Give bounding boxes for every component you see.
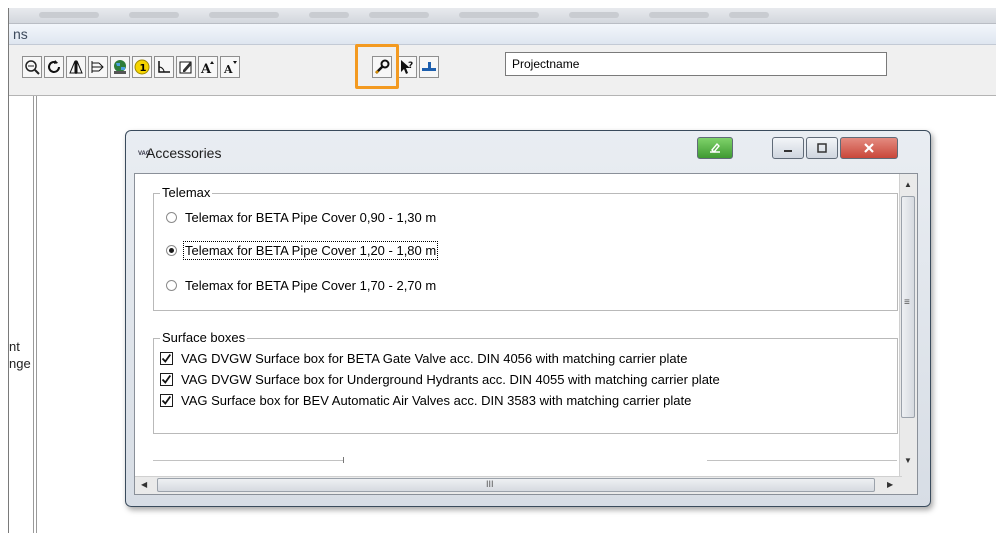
minimize-button[interactable] <box>772 137 804 159</box>
check-icon <box>161 353 172 363</box>
telemax-option-3[interactable]: Telemax for BETA Pipe Cover 1,70 - 2,70 … <box>166 278 436 293</box>
help-pointer-button[interactable]: ? <box>397 56 417 78</box>
telemax-option-1[interactable]: Telemax for BETA Pipe Cover 0,90 - 1,30 … <box>166 210 436 225</box>
font-smaller-icon: A <box>223 61 237 75</box>
mirror-icon <box>69 60 83 74</box>
panel-divider[interactable] <box>36 96 37 533</box>
left-panel: nt nge <box>9 96 34 533</box>
accessories-highlight-box <box>355 44 399 89</box>
rotate-icon <box>48 60 60 73</box>
svg-text:?: ? <box>408 61 413 71</box>
checkbox[interactable] <box>160 352 173 365</box>
side-label-2: nge <box>9 356 31 371</box>
maximize-icon <box>817 143 827 153</box>
item-label: VAG DVGW Surface box for Underground Hyd… <box>181 372 720 387</box>
horizontal-scrollbar[interactable]: ◀ III ▶ <box>135 476 902 494</box>
menu-bar: ns <box>9 24 996 45</box>
flow-button[interactable] <box>88 56 108 78</box>
scroll-down-icon[interactable]: ▼ <box>904 456 912 465</box>
checkbox[interactable] <box>160 373 173 386</box>
window-title-bar <box>9 8 996 24</box>
zoom-icon <box>25 60 40 75</box>
edit-button[interactable] <box>176 56 196 78</box>
flow-icon <box>91 61 104 73</box>
scroll-right-icon[interactable]: ▶ <box>887 480 893 489</box>
item-label: VAG DVGW Surface box for BETA Gate Valve… <box>181 351 688 366</box>
vscroll-grip: ≡ <box>904 297 910 308</box>
info-button[interactable]: 1 <box>132 56 152 78</box>
side-label-1: nt <box>9 339 20 354</box>
font-smaller-button[interactable]: A <box>220 56 240 78</box>
partial-group-border-left <box>153 460 343 461</box>
accent-caption-button[interactable] <box>697 137 733 159</box>
surface-boxes-group-label: Surface boxes <box>160 330 248 345</box>
surface-box-item-1[interactable]: VAG DVGW Surface box for BETA Gate Valve… <box>160 351 687 366</box>
check-icon <box>161 374 172 384</box>
font-larger-icon: A <box>200 61 214 75</box>
horizontal-scroll-thumb[interactable]: III <box>157 478 875 492</box>
check-icon <box>161 395 172 405</box>
maximize-button[interactable] <box>806 137 838 159</box>
dialog-content: Telemax Telemax for BETA Pipe Cover 0,90… <box>134 173 918 495</box>
surface-boxes-group: Surface boxes VAG DVGW Surface box for B… <box>153 330 898 434</box>
font-larger-button[interactable]: A <box>198 56 218 78</box>
edit-icon <box>179 61 192 74</box>
telemax-group: Telemax Telemax for BETA Pipe Cover 0,90… <box>153 185 898 311</box>
radio-button[interactable] <box>166 280 177 291</box>
item-label: VAG Surface box for BEV Automatic Air Va… <box>181 393 692 408</box>
project-name-input[interactable]: Projectname <box>505 52 887 76</box>
surface-box-item-2[interactable]: VAG DVGW Surface box for Underground Hyd… <box>160 372 720 387</box>
globe-button[interactable] <box>110 56 130 78</box>
pen-icon <box>710 142 720 154</box>
svg-text:1: 1 <box>140 63 147 74</box>
resize-grip[interactable] <box>900 477 917 494</box>
menu-item-partial[interactable]: ns <box>13 26 28 42</box>
pipe-button[interactable] <box>419 56 439 78</box>
vertical-scroll-thumb[interactable]: ≡ <box>901 196 915 418</box>
option-label: Telemax for BETA Pipe Cover 1,20 - 1,80 … <box>182 241 439 260</box>
scroll-left-icon[interactable]: ◀ <box>141 480 147 489</box>
telemax-option-2[interactable]: Telemax for BETA Pipe Cover 1,20 - 1,80 … <box>166 241 439 260</box>
telemax-group-label: Telemax <box>160 185 213 200</box>
hscroll-grip: III <box>486 479 494 489</box>
checkbox[interactable] <box>160 394 173 407</box>
scroll-up-icon[interactable]: ▲ <box>904 180 912 189</box>
info-circle-icon: 1 <box>134 59 150 75</box>
radio-button-selected[interactable] <box>166 245 177 256</box>
angle-icon <box>158 61 170 73</box>
surface-box-item-3[interactable]: VAG Surface box for BEV Automatic Air Va… <box>160 393 691 408</box>
accessories-dialog: VAG Accessories Telemax Telemax for BETA… <box>125 130 931 507</box>
rotate-button[interactable] <box>44 56 64 78</box>
option-label: Telemax for BETA Pipe Cover 1,70 - 2,70 … <box>185 278 437 293</box>
radio-button[interactable] <box>166 212 177 223</box>
svg-text:A: A <box>223 63 233 75</box>
close-icon <box>864 143 874 153</box>
partial-group-tick <box>343 457 344 463</box>
vertical-scrollbar[interactable]: ▲ ≡ ▼ <box>899 174 917 478</box>
close-button[interactable] <box>840 137 898 159</box>
dialog-title: Accessories <box>146 145 222 161</box>
minimize-icon <box>784 150 792 152</box>
pipe-icon <box>422 62 436 71</box>
angle-button[interactable] <box>154 56 174 78</box>
zoom-button[interactable] <box>22 56 42 78</box>
globe-icon <box>114 60 126 74</box>
mirror-button[interactable] <box>66 56 86 78</box>
help-pointer-icon: ? <box>401 60 413 74</box>
partial-group-border-right <box>707 460 897 461</box>
option-label: Telemax for BETA Pipe Cover 0,90 - 1,30 … <box>185 210 437 225</box>
